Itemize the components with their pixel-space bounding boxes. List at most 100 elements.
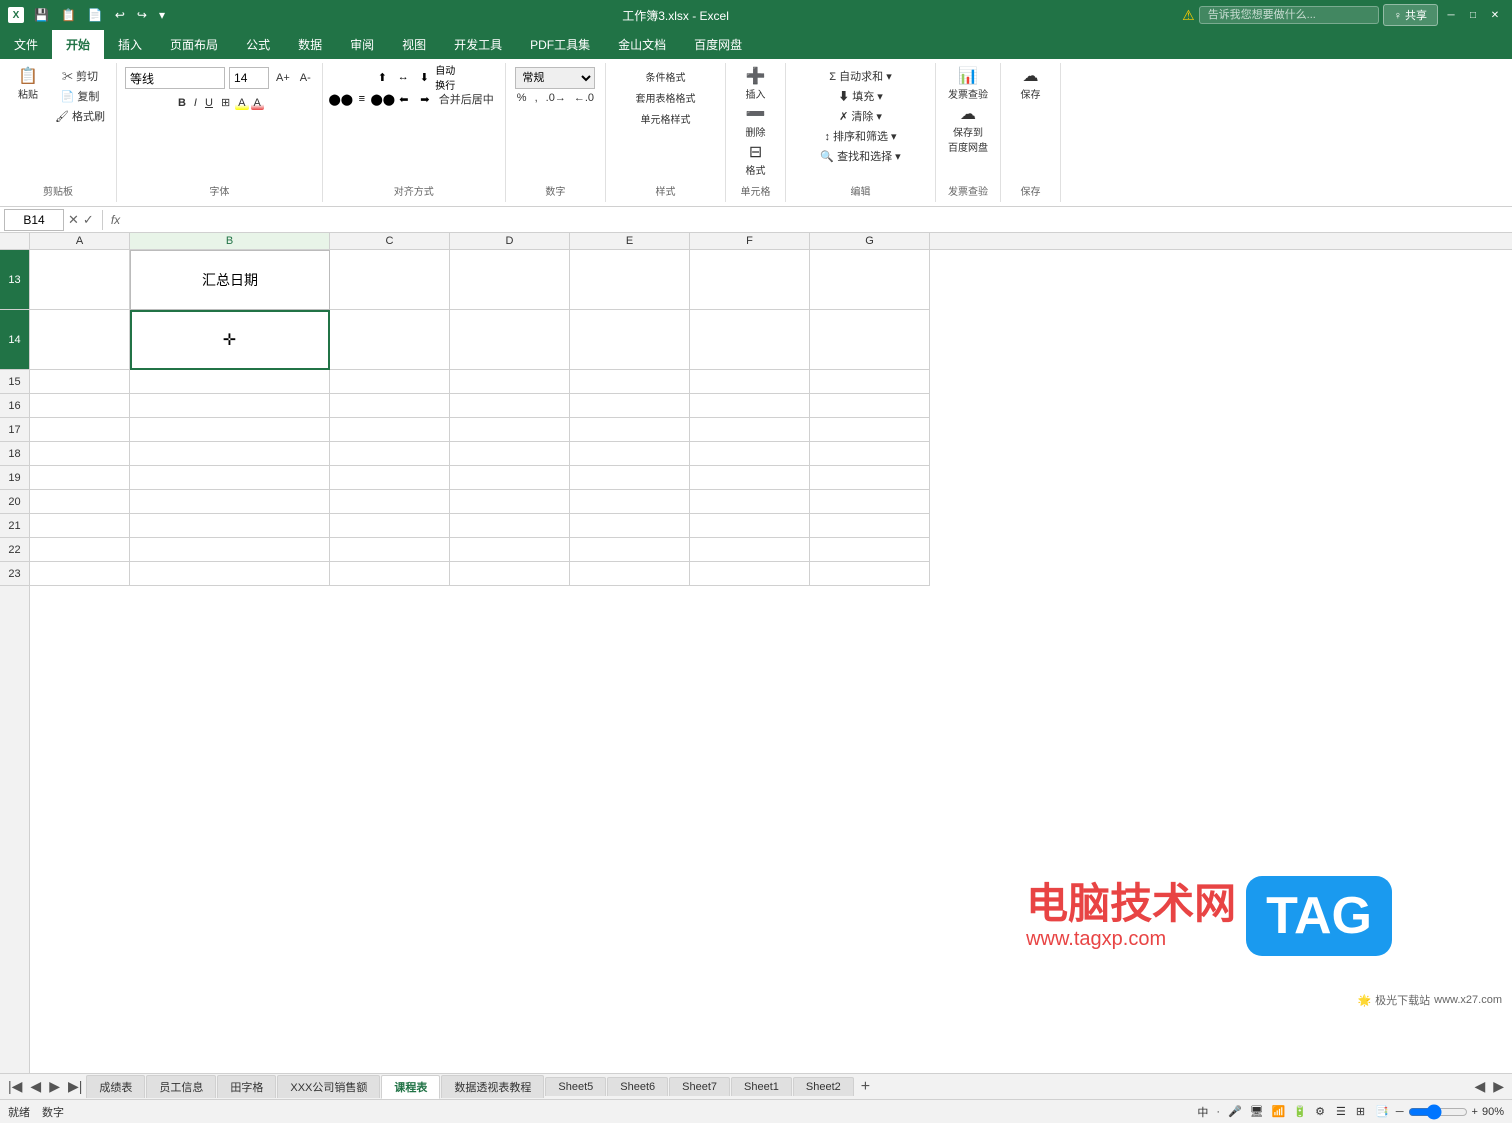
confirm-formula-btn[interactable]: ✓: [83, 212, 94, 228]
clear-btn[interactable]: ✗ 清除 ▾: [836, 107, 885, 125]
merge-center-btn[interactable]: 合并后居中: [436, 89, 497, 109]
col-header-c[interactable]: C: [330, 233, 450, 249]
cell-b15[interactable]: [130, 370, 330, 394]
tab-home[interactable]: 开始: [52, 30, 104, 59]
sheet-tab-sheet2[interactable]: Sheet2: [793, 1077, 854, 1096]
sheet-nav-prev[interactable]: ◀: [26, 1078, 45, 1095]
col-header-g[interactable]: G: [810, 233, 930, 249]
format-paint-btn[interactable]: 🖌 格式刷: [52, 107, 108, 125]
col-header-b[interactable]: B: [130, 233, 330, 249]
tab-wps[interactable]: 金山文档: [604, 30, 680, 59]
number-format-select[interactable]: 常规 数字 货币: [515, 67, 595, 89]
cell-g18[interactable]: [810, 442, 930, 466]
delete-btn[interactable]: ➖删除: [741, 105, 771, 141]
fill-color-btn[interactable]: A: [235, 96, 248, 110]
col-header-a[interactable]: A: [30, 233, 130, 249]
row-num-22[interactable]: 22: [0, 538, 29, 562]
cell-a20[interactable]: [30, 490, 130, 514]
invoice-verify-btn[interactable]: 📊发票查验: [944, 67, 992, 103]
align-top-btn[interactable]: ⬆: [372, 67, 392, 87]
cell-g23[interactable]: [810, 562, 930, 586]
cell-b14[interactable]: ✛: [130, 310, 330, 370]
tab-review[interactable]: 审阅: [336, 30, 388, 59]
table-format-btn[interactable]: 套用表格格式: [632, 88, 700, 107]
cell-c16[interactable]: [330, 394, 450, 418]
cell-g13[interactable]: [810, 250, 930, 310]
cell-b16[interactable]: [130, 394, 330, 418]
row-num-19[interactable]: 19: [0, 466, 29, 490]
cell-a14[interactable]: [30, 310, 130, 370]
cell-b20[interactable]: [130, 490, 330, 514]
align-left-btn[interactable]: ⬤⬤: [331, 89, 351, 109]
cell-b13[interactable]: 汇总日期: [130, 250, 330, 310]
sheet-scroll-right[interactable]: ▶: [1489, 1078, 1508, 1095]
sheet-tab-grid[interactable]: 田字格: [217, 1075, 276, 1098]
tab-file[interactable]: 文件: [0, 30, 52, 59]
cell-e23[interactable]: [570, 562, 690, 586]
cell-g20[interactable]: [810, 490, 930, 514]
row-num-13[interactable]: 13: [0, 250, 29, 310]
cell-e21[interactable]: [570, 514, 690, 538]
row-num-16[interactable]: 16: [0, 394, 29, 418]
sheet-tab-employees[interactable]: 员工信息: [146, 1075, 216, 1098]
copy-btn[interactable]: 📄 复制: [52, 87, 108, 105]
cell-b19[interactable]: [130, 466, 330, 490]
add-sheet-btn[interactable]: +: [855, 1078, 876, 1096]
cell-b23[interactable]: [130, 562, 330, 586]
col-header-d[interactable]: D: [450, 233, 570, 249]
increase-decimal-btn[interactable]: .0→: [543, 91, 569, 105]
font-color-btn[interactable]: A: [251, 96, 264, 110]
cell-f20[interactable]: [690, 490, 810, 514]
cell-f16[interactable]: [690, 394, 810, 418]
search-box[interactable]: [1199, 6, 1379, 24]
decrease-indent-btn[interactable]: ⬅: [394, 89, 414, 109]
save-baidu-main-btn[interactable]: ☁保存: [1016, 67, 1046, 103]
cell-d19[interactable]: [450, 466, 570, 490]
minimize-button[interactable]: ─: [1442, 6, 1460, 24]
cell-f18[interactable]: [690, 442, 810, 466]
tab-view[interactable]: 视图: [388, 30, 440, 59]
row-num-23[interactable]: 23: [0, 562, 29, 586]
comma-btn[interactable]: ,: [532, 91, 541, 105]
cell-f15[interactable]: [690, 370, 810, 394]
row-num-18[interactable]: 18: [0, 442, 29, 466]
cell-d13[interactable]: [450, 250, 570, 310]
cell-a17[interactable]: [30, 418, 130, 442]
tab-insert[interactable]: 插入: [104, 30, 156, 59]
tab-page-layout[interactable]: 页面布局: [156, 30, 232, 59]
formula-input[interactable]: [124, 209, 1508, 231]
cell-e20[interactable]: [570, 490, 690, 514]
autosum-btn[interactable]: Σ 自动求和 ▾: [826, 67, 894, 85]
zoom-minus[interactable]: ─: [1396, 1106, 1404, 1118]
cell-c19[interactable]: [330, 466, 450, 490]
border-btn[interactable]: ⊞: [218, 95, 233, 110]
cell-b22[interactable]: [130, 538, 330, 562]
maximize-button[interactable]: □: [1464, 6, 1482, 24]
cell-e19[interactable]: [570, 466, 690, 490]
sheet-scroll-left[interactable]: ◀: [1470, 1078, 1489, 1095]
cell-g16[interactable]: [810, 394, 930, 418]
cell-c18[interactable]: [330, 442, 450, 466]
cell-c22[interactable]: [330, 538, 450, 562]
cell-styles-btn[interactable]: 单元格样式: [637, 109, 695, 128]
cancel-formula-btn[interactable]: ✕: [68, 212, 79, 228]
cell-e15[interactable]: [570, 370, 690, 394]
sheet-tab-sheet1[interactable]: Sheet1: [731, 1077, 792, 1096]
font-size-inc-btn[interactable]: A+: [273, 71, 293, 85]
cell-e13[interactable]: [570, 250, 690, 310]
format-btn[interactable]: ⊟格式: [741, 143, 771, 179]
cell-c15[interactable]: [330, 370, 450, 394]
sheet-tab-sheet7[interactable]: Sheet7: [669, 1077, 730, 1096]
view-page-btn[interactable]: 📑: [1372, 1104, 1392, 1119]
more-quick-btn[interactable]: ▾: [155, 6, 169, 24]
cell-f22[interactable]: [690, 538, 810, 562]
row-num-14[interactable]: 14: [0, 310, 29, 370]
align-center-btn[interactable]: ≡: [352, 89, 372, 109]
increase-indent-btn[interactable]: ➡: [415, 89, 435, 109]
close-button[interactable]: ✕: [1486, 6, 1504, 24]
cell-e16[interactable]: [570, 394, 690, 418]
cell-c17[interactable]: [330, 418, 450, 442]
cell-a13[interactable]: [30, 250, 130, 310]
percent-btn[interactable]: %: [514, 91, 530, 105]
undo-quick-btn[interactable]: ↩: [111, 6, 129, 24]
